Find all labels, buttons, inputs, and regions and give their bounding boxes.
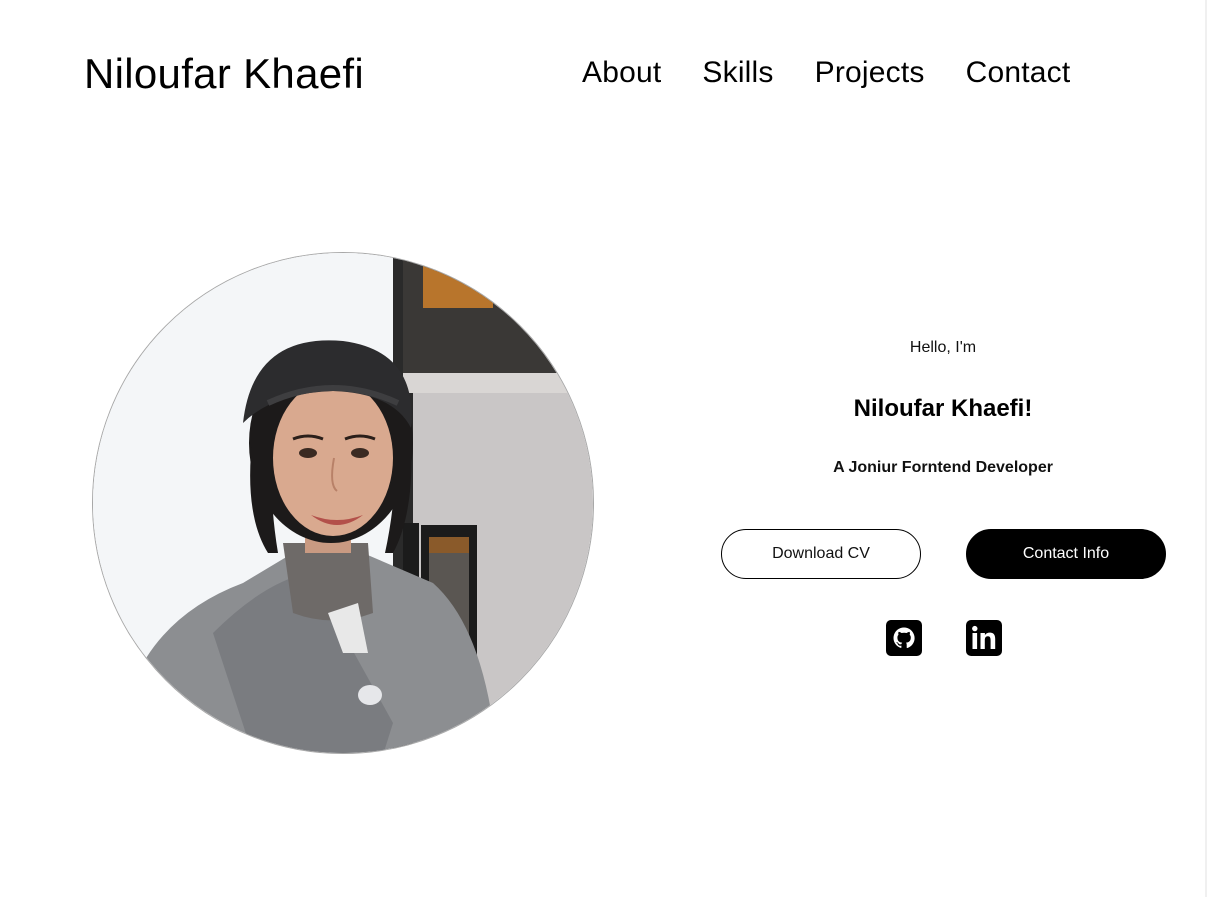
nav-projects[interactable]: Projects bbox=[815, 52, 925, 94]
github-icon[interactable] bbox=[886, 620, 922, 656]
profile-photo-illustration bbox=[93, 253, 593, 753]
download-cv-button[interactable]: Download CV bbox=[721, 529, 921, 579]
main-nav: About Skills Projects Contact bbox=[582, 52, 1070, 94]
nav-about[interactable]: About bbox=[582, 52, 661, 94]
nav-contact[interactable]: Contact bbox=[966, 52, 1071, 94]
page: Niloufar Khaefi About Skills Projects Co… bbox=[0, 0, 1207, 897]
social-links bbox=[886, 620, 1002, 656]
site-logo[interactable]: Niloufar Khaefi bbox=[84, 48, 364, 100]
nav-skills[interactable]: Skills bbox=[702, 52, 773, 94]
linkedin-icon[interactable] bbox=[966, 620, 1002, 656]
hero-role: A Joniur Forntend Developer bbox=[833, 459, 1053, 476]
greeting-text: Hello, I'm bbox=[909, 339, 977, 356]
hero-name: Niloufar Khaefi! bbox=[853, 395, 1033, 422]
contact-info-button[interactable]: Contact Info bbox=[966, 529, 1166, 579]
profile-photo bbox=[92, 252, 594, 754]
